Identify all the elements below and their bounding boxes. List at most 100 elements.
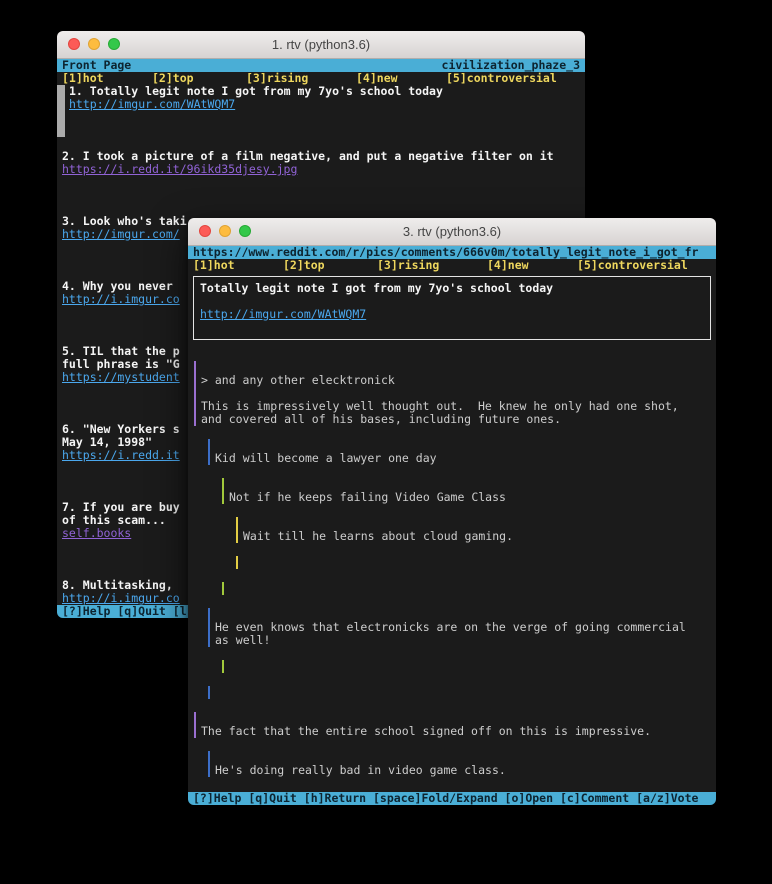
comment-flurbinator[interactable]: flurbinator• 1096 pts 4hr > and any othe… <box>194 361 716 426</box>
post-link[interactable]: http://imgur.com/ <box>62 228 180 241</box>
post-title: 1. Totally legit note I got from my 7yo'… <box>57 85 585 98</box>
post-link[interactable]: https://i.redd.it/96ikd35djesy.jpg <box>62 163 297 176</box>
comment-crashmclars3[interactable]: CrashMclars3• - pts 55min He even knows … <box>208 608 716 647</box>
comment-body-line: The fact that the entire school signed o… <box>201 725 716 738</box>
instance-name: civilization_phaze_3 <box>442 59 580 72</box>
post-link[interactable]: http://i.imgur.co <box>62 592 180 605</box>
terminal-content: https://www.reddit.com/r/pics/comments/6… <box>188 246 716 805</box>
page-title: Front Page <box>62 59 131 72</box>
comment-dmitryo[interactable]: dmitryo• - pts 11min Wait till he learns… <box>236 517 716 543</box>
post-score: 21745 pts <box>138 123 200 124</box>
tab-rising[interactable]: [3]rising <box>377 259 439 272</box>
post-stats: 21745 pts • 5hr - 1075 comments ☉ <box>57 111 585 124</box>
submission-box[interactable]: Totally legit note I got from my 7yo's s… <box>193 276 711 340</box>
window-titlebar[interactable]: 3. rtv (python3.6) <box>188 218 716 246</box>
post-meta: 5hr - 1075 comments <box>222 123 354 124</box>
post-score: 30082 pts <box>131 188 193 189</box>
comment-header: dmitryo• - pts 11min <box>243 517 716 530</box>
more-comments[interactable]: More comments [1] <box>222 660 716 673</box>
submission-title: Totally legit note I got from my 7yo's s… <box>200 282 704 295</box>
post-author: swingingfloob <box>131 201 221 202</box>
more-comments-count: [10] <box>381 698 409 699</box>
zoom-button[interactable] <box>239 225 251 237</box>
tab-controversial[interactable]: [5]controversial <box>446 72 557 85</box>
gilded-icon: ☉ <box>360 123 367 124</box>
tab-rising[interactable]: [3]rising <box>246 72 308 85</box>
tab-hot[interactable]: [1]hot <box>62 72 104 85</box>
gilded-icon: ☉ <box>450 333 457 334</box>
post-subreddit: /r/pics <box>228 136 276 137</box>
comment-header: IHaeTypos• 6666 pts 4hr <box>201 712 716 725</box>
comment-body-line: and covered all of his bases, including … <box>201 413 716 426</box>
tab-controversial[interactable]: [5]controversial <box>577 259 688 272</box>
tab-top[interactable]: [2]top <box>152 72 194 85</box>
page-header-bar: Front Page civilization_phaze_3 <box>57 59 585 72</box>
more-comments-count: [1] <box>395 672 416 673</box>
terminal-window-comments[interactable]: 3. rtv (python3.6) https://www.reddit.co… <box>188 218 716 805</box>
tab-hot[interactable]: [1]hot <box>193 259 235 272</box>
comment-anotherfilthycashew[interactable]: AnotherFilthyCashew• - pts 21min Not if … <box>222 478 716 504</box>
comment-body-line: > and any other elecktronick <box>201 374 716 387</box>
more-comments[interactable]: More comments [10] <box>208 686 716 699</box>
comment-ihaetypos[interactable]: IHaeTypos• 6666 pts 4hr The fact that th… <box>194 712 716 738</box>
comment-body-line: He's doing really bad in video game clas… <box>215 764 716 777</box>
post-link[interactable]: https://i.redd.it <box>62 449 180 462</box>
tab-bar: [1]hot [2]top [3]rising [4]new [5]contro… <box>57 72 585 85</box>
post-item-2[interactable]: 2. I took a picture of a film negative, … <box>57 150 585 202</box>
tab-new[interactable]: [4]new <box>356 72 398 85</box>
desktop: 1. rtv (python3.6) Front Page civilizati… <box>0 0 772 884</box>
post-link[interactable]: http://i.imgur.co <box>62 293 180 306</box>
comment-header: flurbinator• 1096 pts 4hr <box>201 361 716 374</box>
more-comments-count: [3] <box>395 594 416 595</box>
bullet-separator: • <box>339 333 346 334</box>
post-author: jbomb6 <box>131 565 173 566</box>
post-link[interactable]: self.books <box>62 527 131 540</box>
submission-link[interactable]: http://imgur.com/WAtWQM7 <box>200 308 366 321</box>
more-comments-label: More comments <box>312 568 402 569</box>
more-comments-label: More comments <box>284 698 374 699</box>
post-link[interactable]: https://mystudent <box>62 371 180 384</box>
more-comments-label: More comments <box>298 672 388 673</box>
comment-header: AnotherFilthyCashew• - pts 21min <box>229 478 716 491</box>
post-score: 40985 pts <box>131 253 193 254</box>
minimize-button[interactable] <box>219 225 231 237</box>
post-score: 9293 pts <box>131 552 186 553</box>
post-subreddit: /r/mildlyinteresting <box>228 201 366 202</box>
tab-top[interactable]: [2]top <box>283 259 325 272</box>
post-item-1[interactable]: 1. Totally legit note I got from my 7yo'… <box>57 85 585 137</box>
selection-cursor <box>57 85 65 137</box>
window-titlebar[interactable]: 1. rtv (python3.6) <box>57 31 585 59</box>
comment-kdoodlethug[interactable]: kdoodlethug• 2754 pts 2hr He's doing rea… <box>208 751 716 777</box>
url-bar: https://www.reddit.com/r/pics/comments/6… <box>188 246 716 259</box>
more-comments-label: More comments <box>298 594 388 595</box>
post-author: blaQriot <box>131 266 186 267</box>
comment-body-line: Wait till he learns about cloud gaming. <box>243 530 716 543</box>
zoom-button[interactable] <box>108 38 120 50</box>
post-link[interactable]: http://imgur.com/WAtWQM7 <box>69 98 235 111</box>
submission-score: 23771 pts <box>269 333 331 334</box>
comment-body-line: Kid will become a lawyer one day <box>215 452 716 465</box>
more-comments[interactable]: More comments[3] <box>236 556 716 569</box>
post-score: 29054 pts <box>131 396 193 397</box>
comment-header: kdoodlethug• 2754 pts 2hr <box>215 751 716 764</box>
post-title: 2. I took a picture of a film negative, … <box>57 150 585 163</box>
window-title: 3. rtv (python3.6) <box>403 224 501 239</box>
submission-byline: EclecticBlue[picture of text]5hr pics <box>200 295 704 308</box>
comment-dementperson[interactable]: dementperson• - pts 44min Kid will becom… <box>208 439 716 465</box>
minimize-button[interactable] <box>88 38 100 50</box>
window-title: 1. rtv (python3.6) <box>272 37 370 52</box>
comment-header: CrashMclars3• - pts 55min <box>215 608 716 621</box>
comment-body-line: as well! <box>215 634 716 647</box>
close-button[interactable] <box>68 38 80 50</box>
post-byline: EclecticBlue/r/pics[picture of text] <box>57 124 585 137</box>
post-author: SirTimaey <box>131 487 193 488</box>
tab-new[interactable]: [4]new <box>487 259 529 272</box>
comment-body-line: He even knows that electronicks are on t… <box>215 621 716 634</box>
bullet-separator: • <box>208 123 215 124</box>
submission-flair: [picture of text] <box>359 307 477 308</box>
more-comments[interactable]: More comments [3] <box>222 582 716 595</box>
bullet-separator: • <box>201 188 208 189</box>
post-stats: 30082 pts•5hr - 726 comments <box>57 176 585 189</box>
comment-body-line: This is impressively well thought out. H… <box>201 400 716 413</box>
close-button[interactable] <box>199 225 211 237</box>
